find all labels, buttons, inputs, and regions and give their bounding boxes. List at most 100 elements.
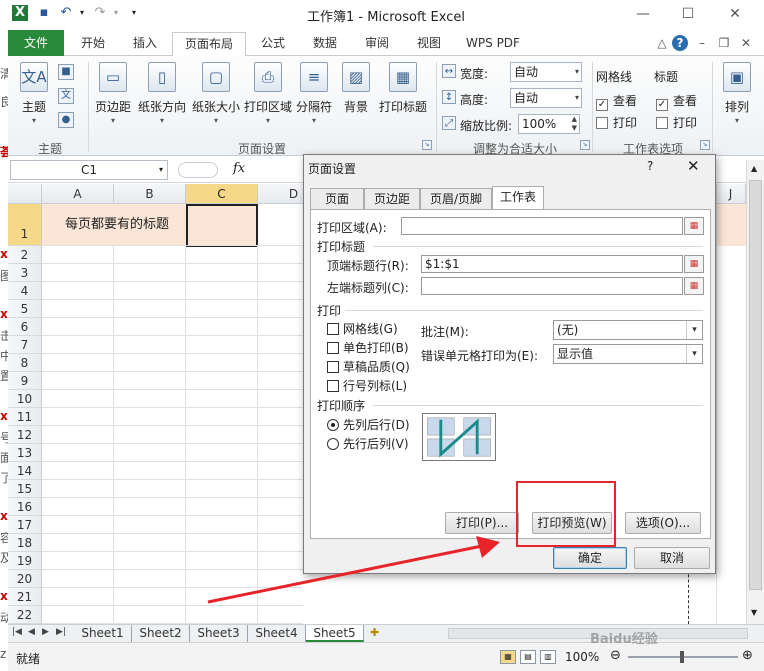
- tab-formulas[interactable]: 公式: [252, 32, 294, 56]
- arrange-button[interactable]: ▣ 排列 ▾: [716, 62, 758, 125]
- scroll-down-icon[interactable]: ▼: [751, 608, 757, 617]
- minimize-button[interactable]: —: [628, 3, 658, 25]
- tab-data[interactable]: 数据: [304, 32, 346, 56]
- page-layout-view-icon[interactable]: ▤: [520, 650, 536, 664]
- row-header-6[interactable]: 6: [8, 318, 42, 336]
- gridlines-view-checkbox[interactable]: ✓ 查看: [596, 92, 637, 111]
- column-header-j[interactable]: J: [716, 184, 746, 204]
- tab-wps-pdf[interactable]: WPS PDF: [460, 32, 526, 56]
- select-all-corner[interactable]: [8, 184, 42, 204]
- tab-file[interactable]: 文件: [8, 30, 64, 56]
- row-header-18[interactable]: 18: [8, 534, 42, 552]
- headings-view-checkbox[interactable]: ✓ 查看: [656, 92, 697, 111]
- row-header-5[interactable]: 5: [8, 300, 42, 318]
- tab-view[interactable]: 视图: [408, 32, 450, 56]
- print-area-input[interactable]: [401, 217, 683, 235]
- column-header-b[interactable]: B: [114, 184, 186, 204]
- sheet-tab-2[interactable]: Sheet2: [132, 625, 190, 642]
- row-header-21[interactable]: 21: [8, 588, 42, 606]
- insert-function-icon[interactable]: fx: [233, 161, 245, 176]
- help-icon[interactable]: ?: [672, 35, 688, 51]
- row-header-3[interactable]: 3: [8, 264, 42, 282]
- collapse-dialog-icon[interactable]: ▦: [684, 217, 704, 235]
- row-header-19[interactable]: 19: [8, 552, 42, 570]
- black-white-checkbox[interactable]: 单色打印(B): [327, 339, 409, 356]
- dialog-close-button[interactable]: ✕: [687, 157, 700, 175]
- scale-stepper[interactable]: 100% ▲ ▼: [518, 114, 580, 134]
- row-header-13[interactable]: 13: [8, 444, 42, 462]
- ribbon-minimize-icon[interactable]: △: [654, 35, 670, 51]
- row-header-20[interactable]: 20: [8, 570, 42, 588]
- title-cell-a1[interactable]: 每页都要有的标题: [42, 204, 192, 246]
- cancel-button[interactable]: 取消: [634, 547, 710, 569]
- name-box[interactable]: C1 ▾: [10, 160, 168, 180]
- row-header-10[interactable]: 10: [8, 390, 42, 408]
- doc-close-icon[interactable]: ✕: [738, 35, 754, 51]
- insert-sheet-icon[interactable]: ✚: [370, 626, 379, 639]
- tab-home[interactable]: 开始: [70, 32, 116, 56]
- row-header-12[interactable]: 12: [8, 426, 42, 444]
- selected-cell-c1[interactable]: [186, 204, 258, 247]
- height-select[interactable]: 自动 ▾: [510, 88, 582, 108]
- breaks-button[interactable]: ≡ 分隔符 ▾: [294, 62, 334, 125]
- doc-restore-icon[interactable]: ❐: [716, 35, 732, 51]
- row-header-9[interactable]: 9: [8, 372, 42, 390]
- row-header-17[interactable]: 17: [8, 516, 42, 534]
- tab-margins[interactable]: 页边距: [364, 188, 420, 210]
- zoom-slider-handle[interactable]: [680, 651, 684, 663]
- doc-minimize-icon[interactable]: –: [694, 35, 710, 51]
- prev-sheet-icon[interactable]: ◀: [28, 627, 35, 637]
- tab-sheet[interactable]: 工作表: [492, 186, 544, 210]
- next-sheet-icon[interactable]: ▶: [42, 627, 49, 637]
- top-rows-input[interactable]: $1:$1: [421, 255, 683, 273]
- ok-button[interactable]: 确定: [553, 547, 627, 569]
- errors-select[interactable]: 显示值 ▾: [553, 344, 703, 364]
- zoom-in-icon[interactable]: ⊕: [742, 648, 753, 663]
- row-header-22[interactable]: 22: [8, 606, 42, 624]
- row-col-headings-checkbox[interactable]: 行号列标(L): [327, 377, 407, 394]
- scroll-up-icon[interactable]: ▲: [751, 164, 757, 173]
- sheet-tab-5[interactable]: Sheet5: [306, 625, 364, 642]
- tab-review[interactable]: 审阅: [356, 32, 398, 56]
- collapse-dialog-icon[interactable]: ▦: [684, 277, 704, 295]
- print-titles-button[interactable]: ▦ 打印标题: [376, 62, 430, 115]
- row-header-1[interactable]: 1: [8, 204, 42, 246]
- last-sheet-icon[interactable]: ▶|: [56, 627, 66, 637]
- first-sheet-icon[interactable]: |◀: [12, 627, 22, 637]
- page-break-view-icon[interactable]: ▥: [540, 650, 556, 664]
- draft-quality-checkbox[interactable]: 草稿品质(Q): [327, 358, 410, 375]
- row-header-7[interactable]: 7: [8, 336, 42, 354]
- sheet-tab-4[interactable]: Sheet4: [248, 625, 306, 642]
- zoom-out-icon[interactable]: ⊖: [610, 648, 621, 663]
- background-button[interactable]: ▨ 背景: [338, 62, 374, 115]
- sheet-tab-1[interactable]: Sheet1: [74, 625, 132, 642]
- row-header-16[interactable]: 16: [8, 498, 42, 516]
- row-header-2[interactable]: 2: [8, 246, 42, 264]
- tab-page-layout[interactable]: 页面布局: [172, 32, 246, 57]
- size-button[interactable]: ▢ 纸张大小 ▾: [190, 62, 242, 125]
- left-cols-input[interactable]: [421, 277, 683, 295]
- tab-header-footer[interactable]: 页眉/页脚: [420, 188, 492, 210]
- formula-bar-expander[interactable]: [178, 162, 218, 178]
- orientation-button[interactable]: ▯ 纸张方向 ▾: [136, 62, 188, 125]
- headings-print-checkbox[interactable]: 打印: [656, 114, 697, 131]
- gridlines-checkbox[interactable]: 网格线(G): [327, 320, 398, 337]
- row-header-8[interactable]: 8: [8, 354, 42, 372]
- theme-colors-icon[interactable]: ■: [58, 64, 74, 80]
- dialog-launcher-icon[interactable]: ↘: [700, 140, 710, 150]
- dialog-launcher-icon[interactable]: ↘: [422, 140, 432, 150]
- margins-button[interactable]: ▭ 页边距 ▾: [92, 62, 134, 125]
- maximize-button[interactable]: ☐: [673, 3, 703, 25]
- gridlines-print-checkbox[interactable]: 打印: [596, 114, 637, 131]
- normal-view-icon[interactable]: ▦: [500, 650, 516, 664]
- options-button[interactable]: 选项(O)...: [625, 512, 701, 534]
- column-header-c[interactable]: C: [186, 184, 258, 204]
- theme-effects-icon[interactable]: ●: [58, 112, 74, 128]
- theme-fonts-icon[interactable]: 文: [58, 88, 74, 104]
- collapse-dialog-icon[interactable]: ▦: [684, 255, 704, 273]
- dialog-launcher-icon[interactable]: ↘: [580, 140, 590, 150]
- row-header-15[interactable]: 15: [8, 480, 42, 498]
- column-header-a[interactable]: A: [42, 184, 114, 204]
- row-header-11[interactable]: 11: [8, 408, 42, 426]
- tab-insert[interactable]: 插入: [122, 32, 168, 56]
